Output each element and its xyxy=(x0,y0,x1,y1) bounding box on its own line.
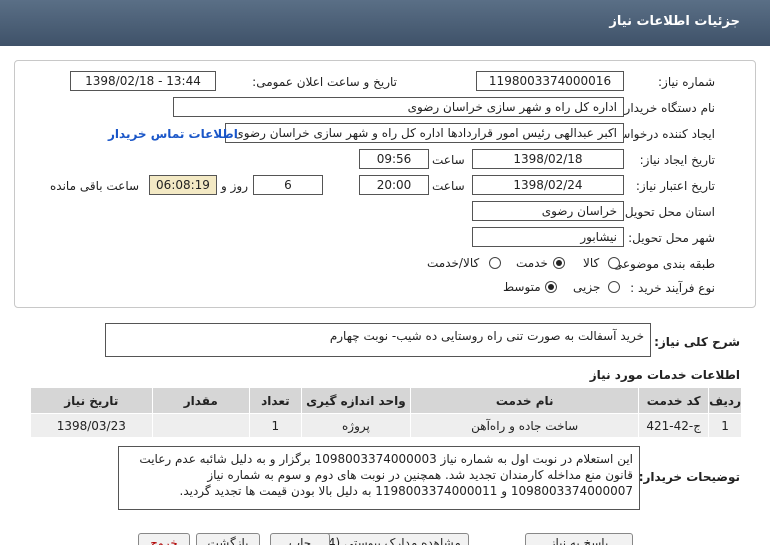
title-bar: جزئیات اطلاعات نیاز xyxy=(0,0,770,46)
cell-row: 1 xyxy=(708,413,742,438)
created-date-label: تاریخ ایجاد نیاز: xyxy=(639,153,715,167)
notes-text: این استعلام در نوبت اول به شماره نیاز 10… xyxy=(118,446,640,510)
city-field[interactable]: نیشابور xyxy=(472,227,624,247)
buyer-label: نام دستگاه خریدار: xyxy=(620,101,716,115)
attachments-button[interactable]: مشاهده مدارک پیوستی (4) xyxy=(315,533,469,545)
province-label: استان محل تحویل: xyxy=(620,205,715,219)
col-count: تعداد xyxy=(248,387,302,414)
category-both-radio[interactable] xyxy=(489,257,501,269)
buyer-contact-link[interactable]: اطلاعات تماس خریدار xyxy=(108,127,238,141)
cell-unit: پروژه xyxy=(300,413,412,438)
validity-time-label: ساعت xyxy=(432,179,465,193)
remaining-time-field: 06:08:19 xyxy=(149,175,217,195)
process-medium-label: متوسط xyxy=(503,280,541,294)
remaining-label: ساعت باقی مانده xyxy=(50,179,140,193)
table-row[interactable]: 1 ج-42-421 ساخت جاده و راه‌آهن پروژه 1 1… xyxy=(30,413,742,438)
process-minor-label: جزیی xyxy=(573,280,601,294)
cell-service-code: ج-42-421 xyxy=(638,413,710,438)
announce-field[interactable]: 1398/02/18 - 13:44 xyxy=(70,71,216,91)
cell-count: 1 xyxy=(248,413,302,438)
summary-text: خرید آسفالت به صورت تنی راه روستایی ده ش… xyxy=(105,323,651,357)
col-service-name: نام خدمت xyxy=(410,387,640,414)
services-header-row: ردیف کد خدمت نام خدمت واحد اندازه گیری ت… xyxy=(30,387,742,414)
process-medium-radio[interactable] xyxy=(545,281,557,293)
category-both-label: کالا/خدمت xyxy=(427,256,480,270)
days-field[interactable]: 6 xyxy=(253,175,323,195)
announce-label: تاریخ و ساعت اعلان عمومی: xyxy=(252,75,397,89)
need-number-field[interactable]: 1198003374000016 xyxy=(476,71,624,91)
col-service-code: کد خدمت xyxy=(638,387,710,414)
validity-date-label: تاریخ اعتبار نیاز: xyxy=(635,179,715,193)
created-time-label: ساعت xyxy=(432,153,465,167)
category-goods-label: کالا xyxy=(583,256,600,270)
cell-service-name: ساخت جاده و راه‌آهن xyxy=(410,413,640,438)
category-label: طبقه بندی موضوعی: xyxy=(608,257,715,271)
cell-amount xyxy=(151,413,250,438)
validity-time-field[interactable]: 20:00 xyxy=(359,175,429,195)
process-minor-radio[interactable] xyxy=(608,281,620,293)
summary-label: شرح کلی نیاز: xyxy=(654,335,740,349)
category-service-radio[interactable] xyxy=(553,257,565,269)
days-label: روز و xyxy=(221,179,248,193)
col-amount: مقدار xyxy=(151,387,250,414)
validity-date-field[interactable]: 1398/02/24 xyxy=(472,175,624,195)
col-row: ردیف xyxy=(708,387,742,414)
category-service-label: خدمت xyxy=(516,256,548,270)
cell-need-date: 1398/03/23 xyxy=(30,413,153,438)
province-field[interactable]: خراسان رضوی xyxy=(472,201,624,221)
services-title: اطلاعات خدمات مورد نیاز xyxy=(589,368,740,382)
col-unit: واحد اندازه گیری xyxy=(300,387,412,414)
created-time-field[interactable]: 09:56 xyxy=(359,149,429,169)
category-goods-radio[interactable] xyxy=(608,257,620,269)
exit-button[interactable]: خروج xyxy=(138,533,190,545)
services-table: ردیف کد خدمت نام خدمت واحد اندازه گیری ت… xyxy=(30,387,742,438)
page-title: جزئیات اطلاعات نیاز xyxy=(609,14,740,29)
process-label: نوع فرآیند خرید : xyxy=(630,281,715,295)
back-button[interactable]: بازگشت xyxy=(196,533,260,545)
city-label: شهر محل تحویل: xyxy=(628,231,715,245)
created-date-field[interactable]: 1398/02/18 xyxy=(472,149,624,169)
requester-field[interactable]: اکبر عبدالهی رئیس امور قراردادها اداره ک… xyxy=(225,123,624,143)
respond-button[interactable]: پاسخ به نیاز xyxy=(525,533,633,545)
buyer-field[interactable]: اداره کل راه و شهر سازی خراسان رضوی xyxy=(173,97,624,117)
need-number-label: شماره نیاز: xyxy=(658,75,715,89)
print-button[interactable]: چاپ xyxy=(270,533,330,545)
col-need-date: تاریخ نیاز xyxy=(30,387,153,414)
notes-label: توضیحات خریدار: xyxy=(638,470,740,484)
